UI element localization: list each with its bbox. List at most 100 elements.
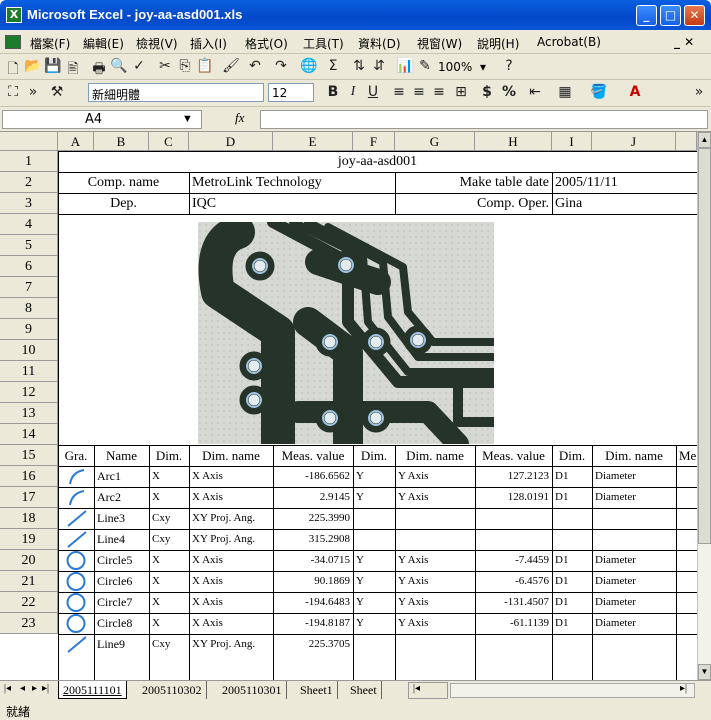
horizontal-scrollbar[interactable] (450, 683, 695, 698)
col-header-j[interactable]: J (592, 132, 676, 151)
table-cell-d3[interactable]: D1 (552, 466, 592, 487)
table-cell-d3[interactable]: D1 (552, 592, 592, 613)
row-header[interactable]: 6 (0, 256, 58, 277)
print-icon[interactable]: 🖶 (90, 58, 108, 82)
spelling-icon[interactable]: ✓ (130, 58, 148, 74)
row-header[interactable]: 8 (0, 298, 58, 319)
table-cell-v1[interactable]: 315.2908 (273, 529, 353, 550)
table-cell-n3[interactable]: Diameter (592, 592, 676, 613)
table-cell-n1[interactable]: X Axis (189, 592, 273, 613)
table-cell-v2[interactable]: -6.4576 (475, 571, 552, 592)
sort-ascending-icon[interactable]: ⇅ (350, 58, 368, 74)
pcb-image[interactable] (198, 222, 494, 444)
table-cell-name[interactable]: Arc1 (94, 466, 149, 487)
table-cell-d3[interactable] (552, 508, 592, 529)
table-cell-n2[interactable]: Y Axis (395, 550, 475, 571)
minimize-button[interactable]: _ (636, 5, 657, 26)
permission-icon[interactable]: 🖹 (64, 58, 82, 82)
undo-icon[interactable]: ↶ (246, 58, 264, 74)
menu-data[interactable]: 資料(D) (358, 35, 401, 52)
borders-icon[interactable]: ▦ (556, 84, 574, 100)
print-preview-icon[interactable]: 🔍 (110, 58, 128, 74)
row-header[interactable]: 1 (0, 151, 58, 172)
formula-input[interactable] (260, 110, 708, 129)
table-cell-n2[interactable]: Y Axis (395, 466, 475, 487)
table-cell-v2[interactable] (475, 529, 552, 550)
table-cell-n1[interactable]: XY Proj. Ang. (189, 529, 273, 550)
insert-function-icon[interactable]: fx (235, 110, 244, 126)
cut-icon[interactable]: ✂ (156, 58, 174, 74)
table-cell-n1[interactable]: X Axis (189, 487, 273, 508)
table-cell-d1[interactable]: Cxy (149, 634, 189, 655)
menu-insert[interactable]: 插入(I) (190, 35, 227, 52)
table-cell-name[interactable]: Arc2 (94, 487, 149, 508)
indent-icon[interactable]: ⇤ (526, 84, 544, 100)
table-cell-v2[interactable] (475, 634, 552, 655)
table-cell-n3[interactable]: Diameter (592, 571, 676, 592)
paste-icon[interactable]: 📋 (196, 58, 214, 74)
align-left-icon[interactable]: ≡ (390, 84, 408, 100)
table-cell-v2[interactable]: -131.4507 (475, 592, 552, 613)
table-cell-n3[interactable]: Diameter (592, 466, 676, 487)
table-cell-n1[interactable]: X Axis (189, 466, 273, 487)
sheet-tab[interactable]: Sheet (346, 681, 382, 699)
menu-window[interactable]: 視窗(W) (417, 35, 462, 52)
table-cell-d1[interactable]: Cxy (149, 508, 189, 529)
open-icon[interactable]: 📂 (24, 58, 42, 74)
first-sheet-icon[interactable]: |◂ (4, 683, 11, 694)
font-color-icon[interactable]: A (626, 84, 644, 100)
table-cell-n3[interactable]: Diameter (592, 487, 676, 508)
table-cell-d3[interactable]: D1 (552, 571, 592, 592)
table-cell-v2[interactable] (475, 508, 552, 529)
col-header-k[interactable] (676, 132, 697, 151)
table-cell-d3[interactable] (552, 634, 592, 655)
row-header[interactable]: 15 (0, 445, 58, 466)
tab-scroll-split-icon[interactable]: |◂ (408, 682, 448, 699)
table-cell-d2[interactable]: Y (353, 613, 395, 634)
row-header[interactable]: 16 (0, 466, 58, 487)
row-header[interactable]: 17 (0, 487, 58, 508)
scroll-down-icon[interactable]: ▼ (698, 664, 711, 680)
table-cell-d2[interactable] (353, 529, 395, 550)
table-cell-n3[interactable] (592, 529, 676, 550)
table-cell-n3[interactable]: Diameter (592, 550, 676, 571)
table-cell-v1[interactable]: 90.1869 (273, 571, 353, 592)
merge-center-icon[interactable]: ⊞ (452, 84, 470, 100)
scroll-right-icon[interactable]: ▸| (680, 683, 687, 694)
col-header-b[interactable]: B (94, 132, 149, 151)
workbook-icon[interactable] (5, 35, 21, 49)
new-icon[interactable]: 🗋 (4, 58, 22, 82)
table-cell-d2[interactable] (353, 508, 395, 529)
table-cell-n3[interactable]: Diameter (592, 613, 676, 634)
menu-view[interactable]: 檢視(V) (136, 35, 178, 52)
table-cell-d1[interactable]: X (149, 550, 189, 571)
name-box[interactable]: A4 (2, 110, 202, 129)
table-cell-n3[interactable] (592, 634, 676, 655)
table-cell-name[interactable]: Circle7 (94, 592, 149, 613)
row-header[interactable]: 2 (0, 172, 58, 193)
row-header[interactable]: 13 (0, 403, 58, 424)
percent-button[interactable]: % (500, 84, 518, 100)
drawing-icon[interactable]: ✎ (416, 58, 434, 74)
row-header[interactable]: 7 (0, 277, 58, 298)
col-header-a[interactable]: A (58, 132, 94, 151)
table-cell-d3[interactable]: D1 (552, 550, 592, 571)
table-cell-d1[interactable]: X (149, 592, 189, 613)
table-cell-n1[interactable]: XY Proj. Ang. (189, 508, 273, 529)
table-cell-n1[interactable]: XY Proj. Ang. (189, 634, 273, 655)
underline-button[interactable]: U (364, 84, 382, 100)
row-header[interactable]: 10 (0, 340, 58, 361)
doc-minimize-button[interactable]: _ ✕ (674, 35, 694, 49)
table-cell-name[interactable]: Line9 (94, 634, 149, 655)
table-cell-n1[interactable]: X Axis (189, 613, 273, 634)
table-cell-d1[interactable]: Cxy (149, 529, 189, 550)
table-cell-v1[interactable]: 225.3705 (273, 634, 353, 655)
table-cell-v1[interactable]: 225.3990 (273, 508, 353, 529)
vertical-scrollbar[interactable]: ▲ ▼ (697, 132, 711, 680)
col-header-i[interactable]: I (552, 132, 592, 151)
row-header[interactable]: 9 (0, 319, 58, 340)
table-cell-d3[interactable] (552, 529, 592, 550)
help-icon[interactable]: ? (500, 58, 518, 74)
prev-sheet-icon[interactable]: ◂ (20, 683, 25, 694)
table-cell-name[interactable]: Circle6 (94, 571, 149, 592)
